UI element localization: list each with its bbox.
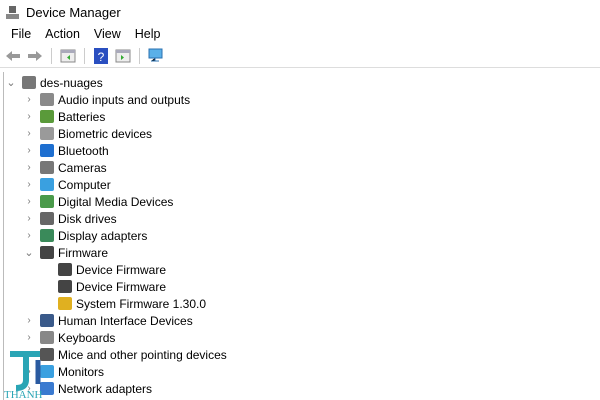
battery-icon	[40, 110, 54, 123]
tree-item-label: Display adapters	[58, 228, 148, 243]
tree-item[interactable]: › Cameras	[24, 159, 107, 176]
window-title: Device Manager	[26, 4, 121, 20]
title-bar: Device Manager	[0, 0, 600, 24]
chevron-right-icon[interactable]: ›	[24, 196, 34, 207]
computer-icon	[40, 178, 54, 191]
svg-text:?: ?	[98, 50, 105, 64]
hid-icon	[40, 314, 54, 327]
tree-item-label: Network adapters	[58, 381, 153, 396]
tree-item-label: Device Firmware	[76, 279, 167, 294]
chevron-right-icon[interactable]: ›	[24, 315, 34, 326]
tree-item[interactable]: › Keyboards	[24, 329, 115, 346]
tree-item[interactable]: › Computer	[24, 176, 111, 193]
tree-item-label: Audio inputs and outputs	[58, 92, 191, 107]
firmware-icon	[58, 280, 72, 293]
chevron-right-icon[interactable]: ›	[24, 162, 34, 173]
tree-item-label: Batteries	[58, 109, 106, 124]
firmware-icon	[58, 263, 72, 276]
tree-item-label: Monitors	[58, 364, 105, 379]
menu-file[interactable]: File	[4, 27, 38, 41]
show-hide-console-tree-icon[interactable]	[59, 48, 77, 64]
bluetooth-icon	[40, 144, 54, 157]
chevron-right-icon[interactable]: ›	[24, 179, 34, 190]
back-icon[interactable]	[4, 48, 22, 64]
tree-child-item[interactable]: Device Firmware	[42, 261, 166, 278]
chevron-right-icon[interactable]: ›	[24, 94, 34, 105]
tree-item-label: Human Interface Devices	[58, 313, 193, 328]
help-icon[interactable]: ?	[92, 47, 110, 64]
menu-bar: File Action View Help	[0, 24, 600, 44]
tree-item[interactable]: › Audio inputs and outputs	[24, 91, 190, 108]
tree-item-label: Disk drives	[58, 211, 117, 226]
disk-drive-icon	[40, 212, 54, 225]
tree-root[interactable]: ⌄ des-nuages	[6, 74, 103, 91]
toolbar-separator	[84, 47, 85, 64]
chevron-down-icon[interactable]: ⌄	[24, 246, 34, 259]
tree-item-label: Cameras	[58, 160, 107, 175]
tree-child-item[interactable]: System Firmware 1.30.0	[42, 295, 206, 312]
tree-item[interactable]: › Bluetooth	[24, 142, 109, 159]
device-tree: ⌄ des-nuages › Audio inputs and outputs › Bat…	[3, 72, 600, 400]
media-device-icon	[40, 195, 54, 208]
tree-item[interactable]: › Batteries	[24, 108, 105, 125]
tree-item[interactable]: › Human Interface Devices	[24, 312, 193, 329]
tree-item-label: Bluetooth	[58, 143, 109, 158]
toolbar-separator	[51, 47, 52, 64]
menu-view[interactable]: View	[87, 27, 128, 41]
keyboard-icon	[40, 331, 54, 344]
tree-item-label: Digital Media Devices	[58, 194, 174, 209]
camera-icon	[40, 161, 54, 174]
menu-help[interactable]: Help	[128, 27, 168, 41]
tree-item-label: System Firmware 1.30.0	[76, 296, 207, 311]
computer-root-icon	[22, 76, 36, 89]
action-pane-icon[interactable]	[114, 48, 132, 64]
fingerprint-icon	[40, 127, 54, 140]
tree-item-label: Firmware	[58, 245, 108, 260]
chevron-right-icon[interactable]: ›	[24, 213, 34, 224]
toolbar-separator	[139, 47, 140, 64]
tree-item[interactable]: ⌄ Firmware	[24, 244, 108, 261]
tree-item-label: des-nuages	[40, 75, 103, 90]
watermark-logo: THANH	[4, 351, 43, 400]
watermark-text: THANH	[4, 389, 43, 400]
tree-item-label: Mice and other pointing devices	[58, 347, 227, 362]
chevron-right-icon[interactable]: ›	[24, 111, 34, 122]
chevron-right-icon[interactable]: ›	[24, 128, 34, 139]
tree-item[interactable]: › Disk drives	[24, 210, 117, 227]
display-adapter-icon	[40, 229, 54, 242]
tree-item-label: Biometric devices	[58, 126, 153, 141]
chevron-right-icon[interactable]: ›	[24, 230, 34, 241]
tree-item-label: Device Firmware	[76, 262, 167, 277]
tree-item[interactable]: › Biometric devices	[24, 125, 152, 142]
chevron-right-icon[interactable]: ›	[24, 145, 34, 156]
device-manager-icon	[6, 5, 19, 19]
scan-hardware-icon[interactable]	[147, 48, 165, 64]
speaker-icon	[40, 93, 54, 106]
toolbar: ?	[0, 44, 600, 68]
menu-action[interactable]: Action	[38, 27, 87, 41]
forward-icon[interactable]	[26, 48, 44, 64]
chevron-down-icon[interactable]: ⌄	[6, 76, 16, 89]
tree-item-label: Computer	[58, 177, 111, 192]
firmware-icon	[40, 246, 54, 259]
tree-item-label: Keyboards	[58, 330, 116, 345]
tree-item[interactable]: › Digital Media Devices	[24, 193, 173, 210]
tree-item[interactable]: › Display adapters	[24, 227, 147, 244]
tree-child-item[interactable]: Device Firmware	[42, 278, 166, 295]
chevron-right-icon[interactable]: ›	[24, 332, 34, 343]
firmware-warning-icon	[58, 297, 72, 310]
